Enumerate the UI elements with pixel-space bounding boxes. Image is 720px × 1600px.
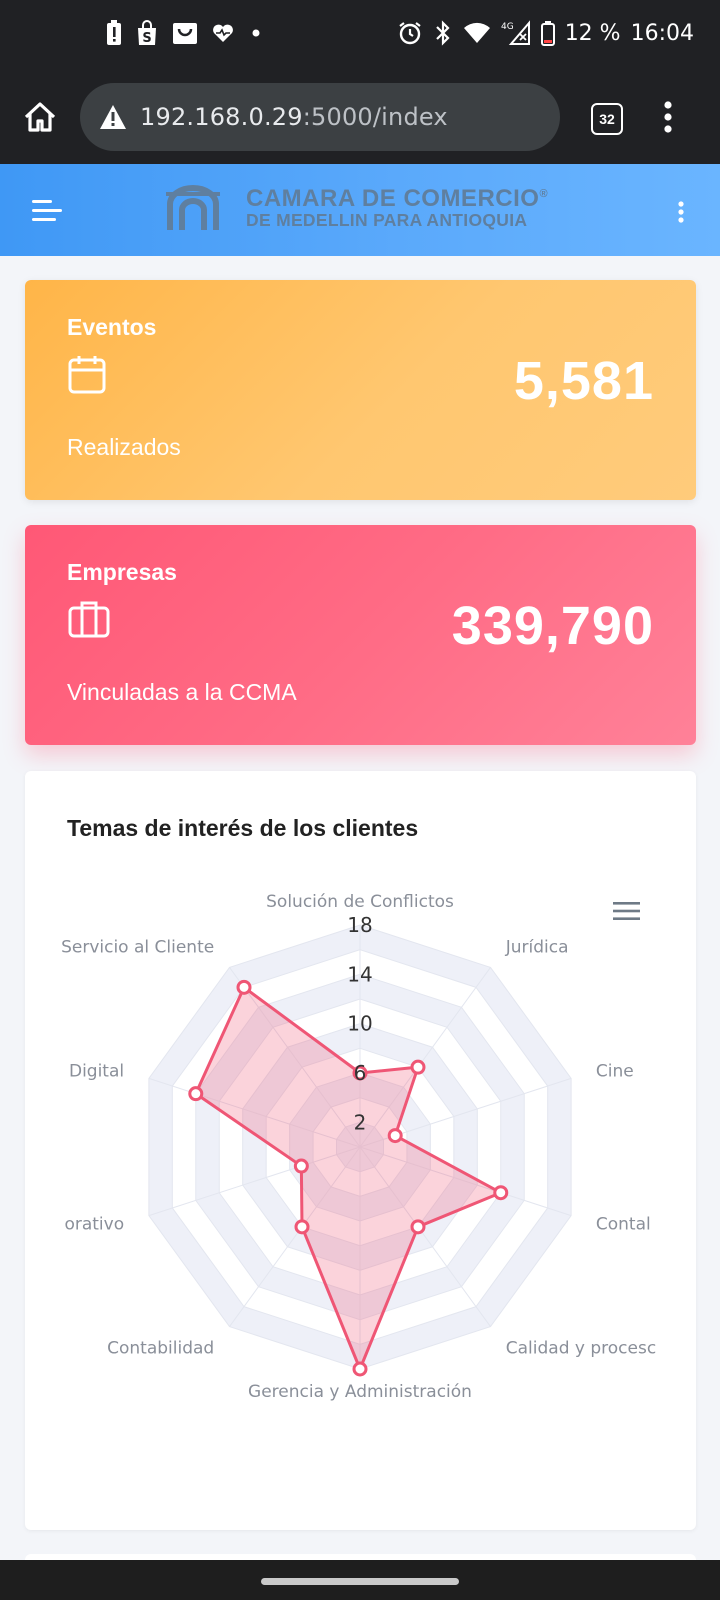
clock: 16:04 (630, 20, 694, 46)
health-heart-icon (212, 23, 234, 43)
ccma-logo-mark-icon (166, 185, 220, 230)
logo-line-2: DE MEDELLIN PARA ANTIOQUIA (246, 210, 528, 231)
wifi-icon (463, 21, 491, 45)
bluetooth-icon (433, 20, 453, 46)
events-value: 5,581 (513, 351, 654, 411)
companies-card: Empresas 339,790 Vinculadas a la CCMA (25, 525, 696, 745)
radar-tick-label: 18 (347, 913, 372, 937)
app-header: CAMARA DE COMERCIO® DE MEDELLIN PARA ANT… (0, 164, 720, 256)
radar-point-2 (410, 1059, 426, 1075)
events-card: Eventos 5,581 Realizados (25, 280, 696, 500)
events-subtitle: Realizados (67, 434, 181, 460)
shopping-bag-icon: S (136, 20, 158, 46)
radar-category-label: Servicio al Cliente (61, 937, 214, 957)
radar-chart: 2 6 10 14 18Solución de Conflictos Jurídica Ci… (61, 892, 656, 1402)
system-navigation-bar (0, 1560, 720, 1600)
app-options-button[interactable] (677, 200, 685, 229)
address-bar[interactable]: 192.168.0.29:5000/index (80, 83, 560, 151)
hamburger-menu-icon (32, 200, 62, 221)
chart-export-menu-button[interactable] (613, 901, 641, 926)
radar-point-7 (294, 1219, 310, 1235)
dots-vertical-icon (678, 201, 684, 223)
svg-text:4G: 4G (501, 22, 514, 32)
radar-tick-label: 14 (347, 962, 372, 986)
status-bar: S 4G 12 % 16:04 (0, 0, 720, 72)
radar-point-9 (188, 1086, 204, 1102)
home-gesture-handle[interactable] (261, 1578, 459, 1585)
briefcase-icon (67, 599, 111, 644)
url-host: 192.168.0.29 (140, 103, 303, 131)
radar-category-label: orativo (64, 1215, 124, 1235)
logo-text: CAMARA DE COMERCIO® DE MEDELLIN PARA ANT… (246, 186, 548, 230)
browser-toolbar: 192.168.0.29:5000/index 32 (0, 72, 720, 164)
radar-category-label: Solución de Conflictos (266, 892, 454, 912)
kebab-menu-icon (664, 101, 672, 133)
ccma-logo[interactable]: CAMARA DE COMERCIO® DE MEDELLIN PARA ANT… (166, 184, 548, 232)
url-path: :5000/index (302, 103, 448, 131)
system-icons: 4G 12 % 16:04 (397, 20, 694, 46)
radar-category-label: Contabilidad (107, 1339, 214, 1359)
svg-text:S: S (142, 31, 151, 46)
sidebar-toggle-button[interactable] (32, 198, 66, 229)
logo-line-1: CAMARA DE COMERCIO® (246, 185, 549, 213)
radar-point-4 (493, 1185, 509, 1201)
companies-title: Empresas (67, 559, 177, 585)
interests-chart-card: Temas de interés de los clientes 2 6 10 14 1… (25, 771, 696, 1530)
radar-category-label: Digital (69, 1061, 124, 1081)
radar-tick-label: 2 (354, 1110, 367, 1134)
radar-tick-label: 10 (347, 1012, 372, 1036)
radar-category-label: Jurídica (505, 937, 569, 957)
radar-category-label: Contal (596, 1215, 651, 1235)
more-notifications-icon (248, 25, 264, 41)
notification-icons: S (106, 20, 264, 46)
tab-switcher-button[interactable]: 32 (591, 103, 623, 135)
events-title: Eventos (67, 314, 157, 340)
radar-point-8 (293, 1158, 309, 1174)
radar-category-label: Gerencia y Administración (248, 1382, 472, 1402)
not-secure-warning-icon[interactable] (98, 103, 128, 136)
browser-menu-button[interactable] (662, 100, 674, 139)
alert-battery-icon (106, 20, 122, 46)
radar-point-5 (410, 1219, 426, 1235)
calendar-icon (67, 354, 109, 401)
radar-category-label: Cine (596, 1061, 634, 1081)
menu-lines-icon (613, 902, 640, 920)
battery-percent: 12 % (564, 20, 621, 46)
cellular-signal-icon: 4G (501, 20, 531, 46)
radar-point-6 (352, 1361, 368, 1377)
url-text: 192.168.0.29:5000/index (140, 103, 448, 131)
companies-subtitle: Vinculadas a la CCMA (67, 679, 297, 705)
radar-point-3 (387, 1128, 403, 1144)
radar-tick-label: 6 (354, 1061, 367, 1085)
radar-point-10 (236, 979, 252, 995)
home-button[interactable] (20, 97, 60, 137)
radar-category-label: Calidad y procesc (506, 1339, 656, 1359)
home-icon (24, 102, 56, 132)
alarm-icon (397, 20, 423, 46)
shop-icon (172, 20, 198, 46)
battery-icon (540, 20, 555, 46)
companies-value: 339,790 (451, 596, 654, 656)
